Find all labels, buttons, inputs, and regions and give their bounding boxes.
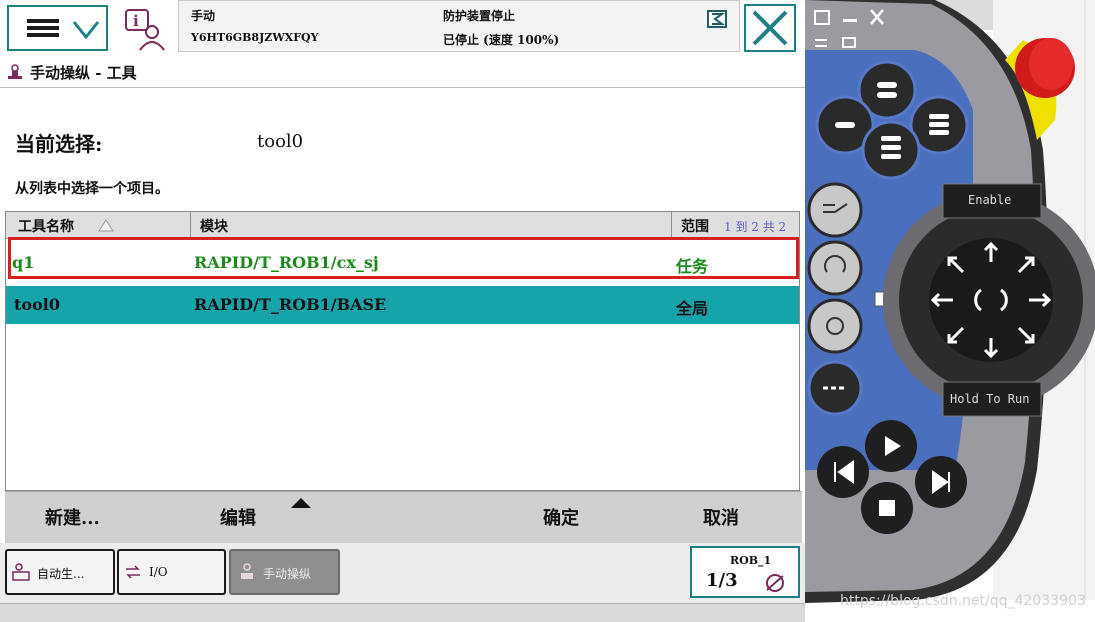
robot-speed-icon — [766, 574, 784, 592]
tool-module: RAPID/T_ROB1/BASE — [194, 295, 387, 314]
ok-button[interactable]: 确定 — [543, 504, 579, 530]
edit-button[interactable]: 编辑 — [220, 504, 256, 530]
background-window-strip — [0, 603, 805, 622]
status-panel: 手动 Y6HT6GB8JZWXFQY 防护装置停止 已停止 (速度 100%) — [178, 0, 740, 52]
main-menu-button[interactable] — [7, 5, 108, 51]
column-header-name[interactable]: 工具名称 — [18, 216, 74, 236]
info-user-icon: i — [125, 9, 165, 51]
paging-indicator: 1 到 2 共 2 — [724, 220, 787, 234]
column-divider — [190, 212, 191, 238]
watermark: https://blog.csdn.net/qq_42033903 — [840, 593, 1086, 609]
sort-ascending-icon[interactable] — [98, 219, 114, 232]
column-header-module[interactable]: 模块 — [200, 216, 228, 236]
tool-name: tool0 — [14, 295, 60, 314]
column-divider — [671, 212, 672, 238]
motion-mode-button[interactable] — [807, 240, 863, 296]
svg-text:i: i — [133, 12, 139, 30]
run-status: 已停止 (速度 100%) — [443, 33, 560, 47]
taskbar-item-label: 自动生... — [37, 567, 85, 581]
axis-toggle-button[interactable] — [807, 298, 863, 354]
taskbar-item-label: I/O — [149, 565, 168, 579]
edit-menu-caret-icon — [291, 498, 311, 508]
flexpendant-graphic — [805, 0, 1095, 621]
tool-scope: 全局 — [676, 299, 709, 318]
controller-id: Y6HT6GB8JZWXFQY — [191, 31, 319, 44]
taskbar-item-io[interactable]: I/O — [117, 549, 226, 595]
mode-text: 手动 — [191, 9, 216, 23]
select-mechanical-unit-button[interactable] — [807, 182, 863, 238]
jog-icon — [8, 64, 22, 79]
close-icon — [752, 10, 788, 46]
taskbar-item-label: 手动操纵 — [263, 567, 312, 581]
table-row-selected[interactable]: tool0 RAPID/T_ROB1/BASE 全局 — [6, 286, 799, 324]
current-selection-value: tool0 — [257, 131, 304, 152]
io-icon — [126, 565, 140, 579]
hold-to-run-label: Hold To Run — [950, 392, 1030, 406]
robot-name: ROB_1 — [730, 554, 772, 567]
program-icon — [12, 563, 30, 581]
top-bar: i 手动 Y6HT6GB8JZWXFQY 防护装置停止 已停止 (速度 100%… — [0, 0, 805, 56]
column-header-scope[interactable]: 范围 — [681, 216, 709, 236]
taskbar-item-auto[interactable]: 自动生... — [5, 549, 115, 595]
page-title: 手动操纵 - 工具 — [30, 64, 137, 82]
taskbar: 自动生... I/O 手动操纵 ROB_1 1/3 — [0, 543, 805, 603]
command-bar: 新建... 编辑 确定 取消 — [5, 491, 802, 544]
task-fraction: 1/3 — [706, 570, 738, 591]
status-flag-icon — [707, 10, 727, 28]
jog-icon — [241, 563, 253, 579]
table-header: 工具名称 模块 范围 1 到 2 共 2 — [6, 212, 799, 239]
robot-status-box[interactable]: ROB_1 1/3 — [690, 546, 800, 598]
safety-status: 防护装置停止 — [443, 9, 516, 23]
enable-label: Enable — [968, 193, 1012, 207]
close-button[interactable] — [744, 4, 796, 52]
event-log-button[interactable]: i — [118, 4, 172, 52]
new-button[interactable]: 新建... — [45, 504, 100, 530]
minimize-icon[interactable] — [843, 19, 857, 22]
instruction-text: 从列表中选择一个项目。 — [15, 181, 169, 197]
taskbar-item-jogging[interactable]: 手动操纵 — [229, 549, 340, 595]
current-selection-label: 当前选择: — [15, 132, 103, 156]
chevron-down-icon — [72, 21, 100, 40]
highlight-box — [8, 237, 799, 279]
cancel-button[interactable]: 取消 — [703, 504, 739, 530]
stop-icon — [879, 500, 895, 516]
title-bar: 手动操纵 - 工具 — [0, 56, 805, 88]
